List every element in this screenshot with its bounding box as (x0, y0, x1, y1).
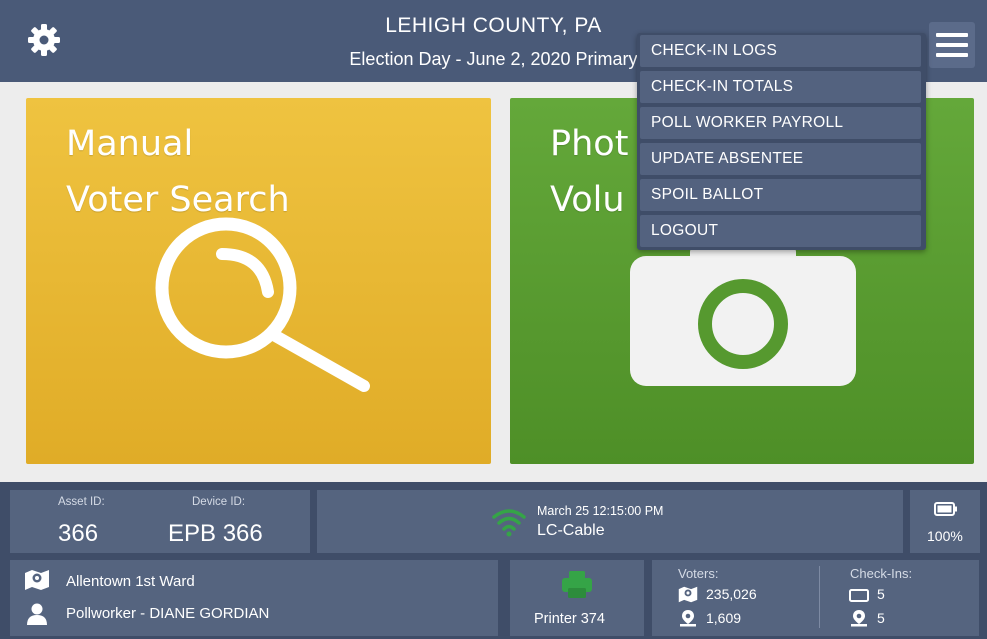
battery-percent: 100% (927, 528, 963, 544)
manual-tile-title: Manual Voter Search (66, 124, 290, 220)
menu-item-logout[interactable]: LOGOUT (640, 215, 921, 247)
manual-voter-search-tile[interactable]: Manual Voter Search (26, 98, 491, 464)
main-menu-dropdown: CHECK-IN LOGS CHECK-IN TOTALS POLL WORKE… (637, 33, 926, 250)
menu-item-spoil-ballot[interactable]: SPOIL BALLOT (640, 179, 921, 211)
device-info-panel: Asset ID: 366 Device ID: EPB 366 (10, 490, 310, 553)
map-pin-icon (25, 570, 49, 590)
map-pin-icon (678, 586, 698, 603)
magnifier-icon (155, 217, 370, 392)
status-footer: Asset ID: 366 Device ID: EPB 366 March 2… (0, 482, 987, 639)
checkins-precinct: 5 (877, 610, 885, 626)
menu-item-update-absentee[interactable]: UPDATE ABSENTEE (640, 143, 921, 175)
battery-icon (934, 502, 957, 516)
location-pin-icon (851, 610, 867, 627)
counts-panel: Voters: 235,026 1,609 Check-Ins: 5 5 (652, 560, 979, 636)
menu-item-check-in-totals[interactable]: CHECK-IN TOTALS (640, 71, 921, 103)
battery-panel: 100% (910, 490, 980, 553)
menu-item-poll-worker-payroll[interactable]: POLL WORKER PAYROLL (640, 107, 921, 139)
asset-id-label: Asset ID: (58, 496, 105, 508)
wifi-icon (492, 509, 526, 537)
network-name: LC-Cable (537, 522, 605, 539)
person-icon (27, 603, 47, 625)
printer-icon (562, 571, 592, 598)
device-id-value: EPB 366 (168, 520, 263, 547)
location-pin-icon (680, 610, 696, 627)
printer-panel[interactable]: Printer 374 (510, 560, 644, 636)
printer-name: Printer 374 (534, 611, 605, 627)
device-icon (849, 589, 869, 602)
voters-label: Voters: (678, 566, 719, 581)
counts-divider (819, 566, 820, 628)
checkins-label: Check-Ins: (850, 566, 913, 581)
menu-item-check-in-logs[interactable]: CHECK-IN LOGS (640, 35, 921, 67)
checkins-device: 5 (877, 586, 885, 602)
camera-icon (630, 246, 856, 386)
voters-precinct: 1,609 (706, 610, 742, 626)
network-panel: March 25 12:15:00 PM LC-Cable (317, 490, 903, 553)
hamburger-icon (936, 33, 968, 37)
device-id-label: Device ID: (192, 496, 246, 508)
datetime-text: March 25 12:15:00 PM (537, 504, 664, 518)
ward-name: Allentown 1st Ward (66, 573, 195, 590)
voters-total: 235,026 (706, 586, 757, 602)
photo-tile-title: Phot Volu (550, 124, 629, 220)
pollworker-name: Pollworker - DIANE GORDIAN (66, 605, 270, 622)
asset-id-value: 366 (58, 520, 99, 547)
hamburger-menu-button[interactable] (929, 22, 975, 68)
location-panel: Allentown 1st Ward Pollworker - DIANE GO… (10, 560, 498, 636)
